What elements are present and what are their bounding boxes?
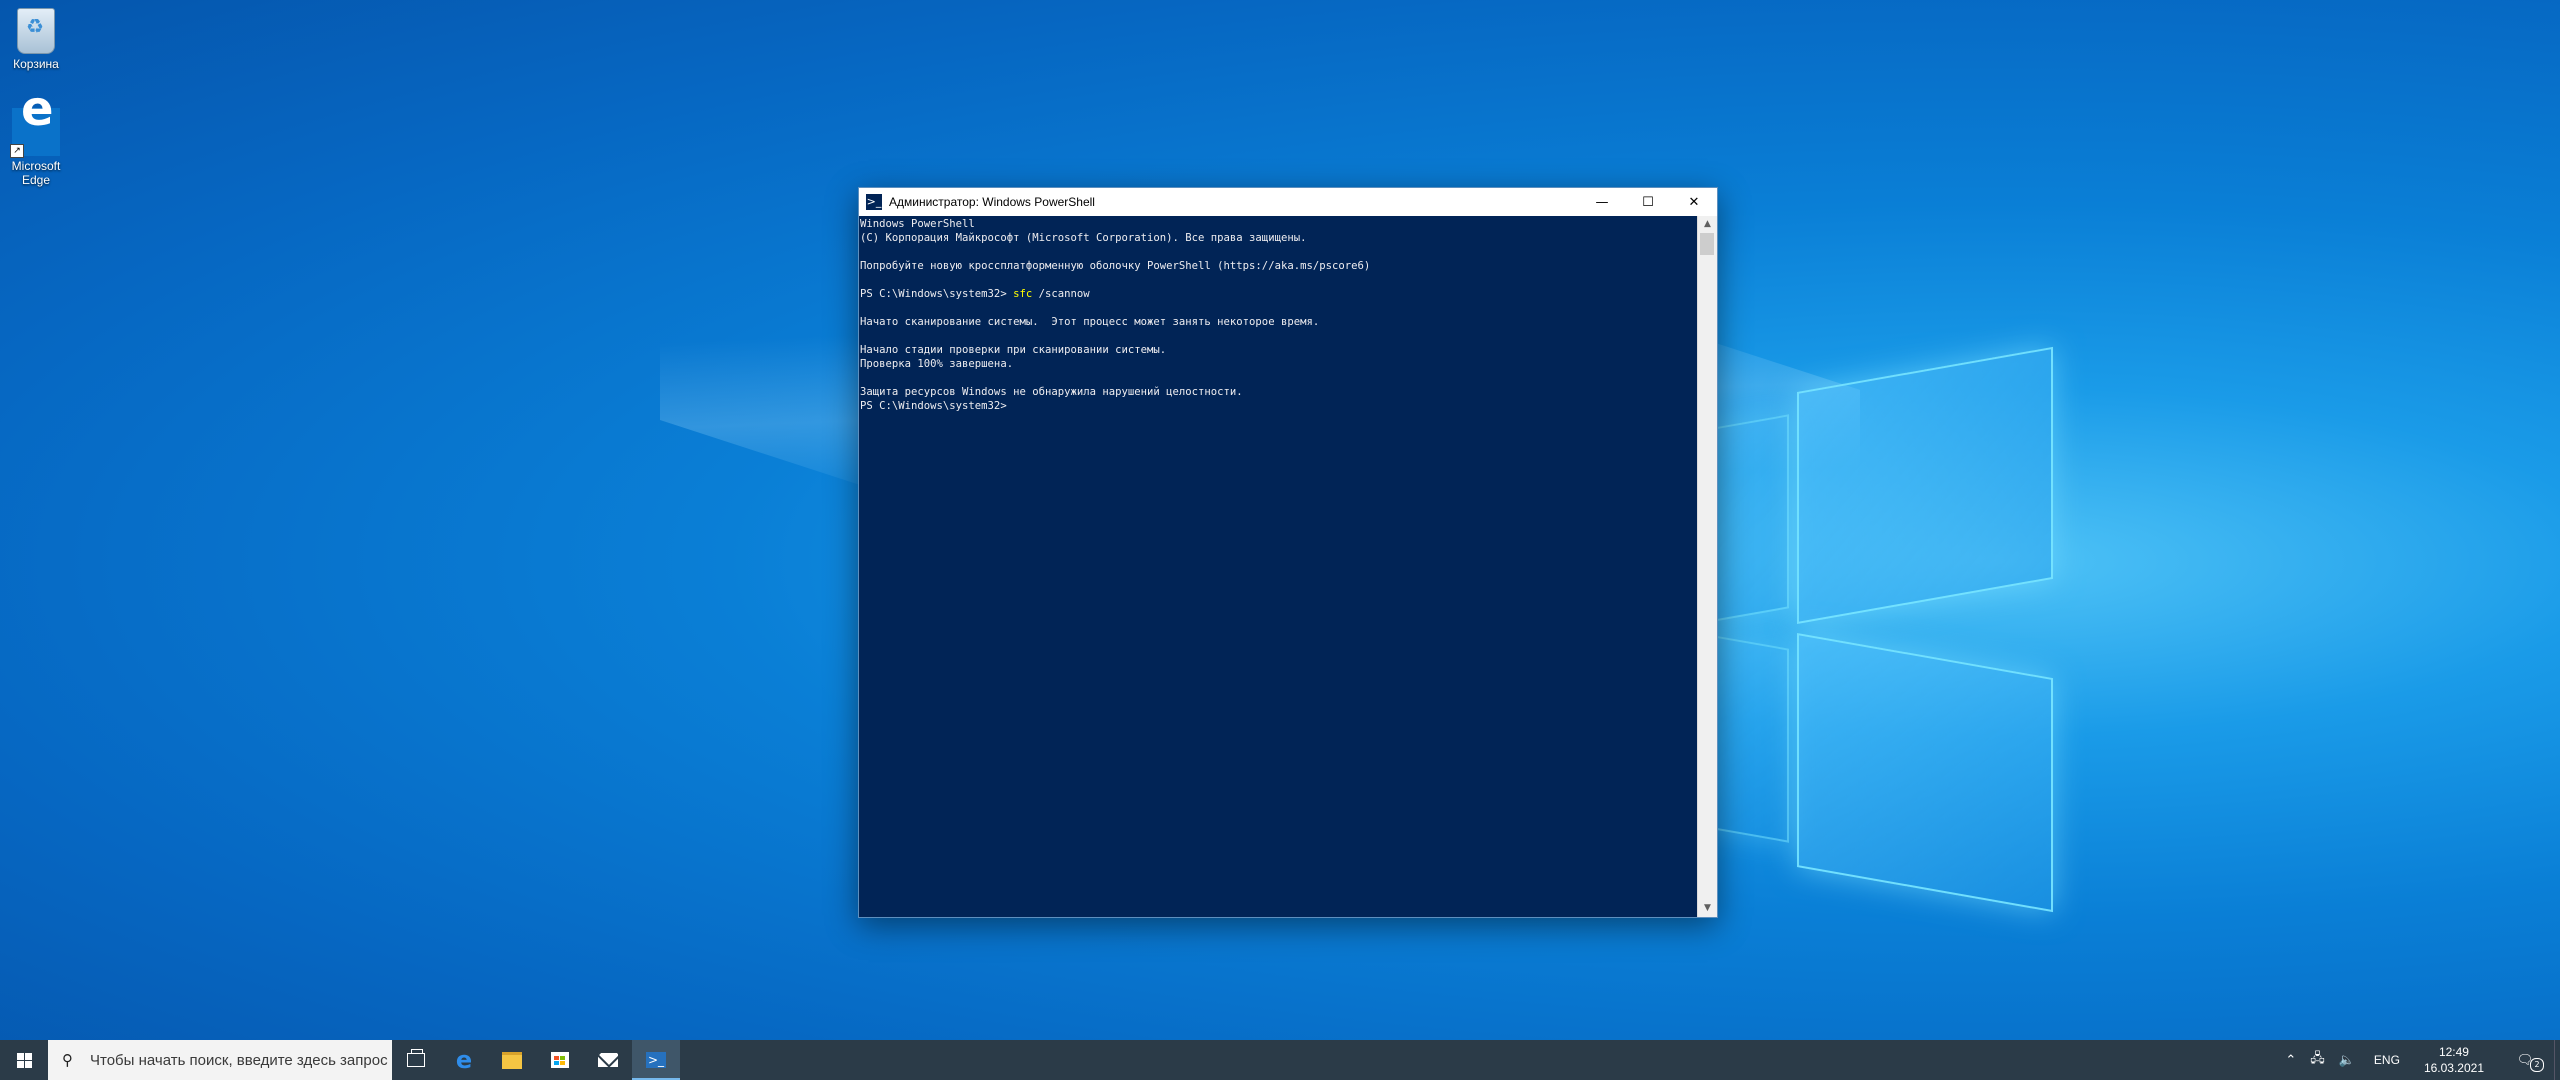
console-output-text: Начато сканирование системы. Этот процес… xyxy=(860,316,1320,398)
window-titlebar[interactable]: >_ Администратор: Windows PowerShell — ☐… xyxy=(859,188,1717,216)
close-icon: ✕ xyxy=(1688,194,1700,210)
console-command: sfc xyxy=(1013,288,1033,300)
folder-icon xyxy=(502,1051,522,1069)
taskbar-app-store[interactable] xyxy=(536,1040,584,1080)
language-indicator[interactable]: ENG xyxy=(2362,1040,2412,1080)
scroll-up-arrow-icon[interactable]: ▲ xyxy=(1698,216,1717,233)
clock-date: 16.03.2021 xyxy=(2423,1061,2484,1075)
volume-icon: 🔈 xyxy=(2338,1052,2355,1068)
wallpaper-logo-pane xyxy=(1797,633,2053,913)
desktop-icon-label: Microsoft Edge xyxy=(11,159,61,187)
clock-time: 12:49 xyxy=(2438,1045,2469,1059)
taskbar: ⚲ Чтобы начать поиск, введите здесь запр… xyxy=(0,1040,2560,1080)
recycle-bin-icon xyxy=(17,8,55,54)
powershell-icon: >_ xyxy=(646,1052,666,1068)
console-command-args: /scannow xyxy=(1032,288,1090,300)
network-icon: 🖧 xyxy=(2310,1051,2325,1066)
desktop-icon-label: Корзина xyxy=(13,57,59,71)
console-prompt: PS C:\Windows\system32> xyxy=(860,400,1007,412)
edge-icon: e xyxy=(455,1046,473,1074)
minimize-button[interactable]: — xyxy=(1579,188,1625,216)
chevron-up-icon: ⌃ xyxy=(2285,1052,2297,1068)
volume-button[interactable]: 🔈 xyxy=(2332,1040,2362,1080)
console-header-text: Windows PowerShell (C) Корпорация Майкро… xyxy=(860,218,1371,272)
notification-badge: 2 xyxy=(2530,1058,2544,1072)
search-placeholder: Чтобы начать поиск, введите здесь запрос xyxy=(90,1051,388,1069)
console-output[interactable]: Windows PowerShell (C) Корпорация Майкро… xyxy=(859,216,1697,917)
search-box[interactable]: ⚲ Чтобы начать поиск, введите здесь запр… xyxy=(48,1040,392,1080)
system-tray: ⌃ 🖧 🔈 ENG 12:49 16.03.2021 🗨 2 xyxy=(2278,1040,2560,1080)
taskbar-app-edge[interactable]: e xyxy=(440,1040,488,1080)
clock[interactable]: 12:49 16.03.2021 xyxy=(2412,1040,2496,1080)
desktop-icon-recycle-bin[interactable]: Корзина xyxy=(0,8,72,71)
minimize-icon: — xyxy=(1595,194,1609,210)
scrollbar-thumb[interactable] xyxy=(1700,233,1714,255)
window-title: Администратор: Windows PowerShell xyxy=(889,195,1095,209)
start-button[interactable] xyxy=(0,1040,48,1080)
close-button[interactable]: ✕ xyxy=(1671,188,1717,216)
console-prompt: PS C:\Windows\system32> xyxy=(860,288,1014,300)
desktop-icon-microsoft-edge[interactable]: e ↗ Microsoft Edge xyxy=(0,85,72,187)
mail-icon xyxy=(598,1053,618,1067)
maximize-button[interactable]: ☐ xyxy=(1625,188,1671,216)
edge-icon: e ↗ xyxy=(10,85,60,158)
taskbar-app-mail[interactable] xyxy=(584,1040,632,1080)
taskbar-app-file-explorer[interactable] xyxy=(488,1040,536,1080)
show-desktop-button[interactable] xyxy=(2554,1040,2560,1080)
powershell-window[interactable]: >_ Администратор: Windows PowerShell — ☐… xyxy=(858,187,1718,918)
network-button[interactable]: 🖧 xyxy=(2303,1040,2332,1080)
wallpaper-logo-pane xyxy=(1797,346,2053,624)
task-view-button[interactable] xyxy=(392,1040,440,1080)
store-icon xyxy=(551,1052,569,1068)
scroll-down-arrow-icon[interactable]: ▼ xyxy=(1698,900,1717,917)
task-view-icon xyxy=(407,1049,425,1067)
powershell-icon[interactable]: >_ xyxy=(866,194,882,210)
action-center-button[interactable]: 🗨 2 xyxy=(2496,1040,2554,1080)
show-hidden-icons-button[interactable]: ⌃ xyxy=(2278,1040,2303,1080)
shortcut-arrow-icon: ↗ xyxy=(10,144,24,158)
taskbar-app-powershell[interactable]: >_ xyxy=(632,1040,680,1080)
search-icon: ⚲ xyxy=(62,1051,73,1069)
maximize-icon: ☐ xyxy=(1642,194,1654,210)
windows-logo-icon xyxy=(16,1052,32,1068)
vertical-scrollbar[interactable]: ▲ ▼ xyxy=(1697,216,1717,917)
